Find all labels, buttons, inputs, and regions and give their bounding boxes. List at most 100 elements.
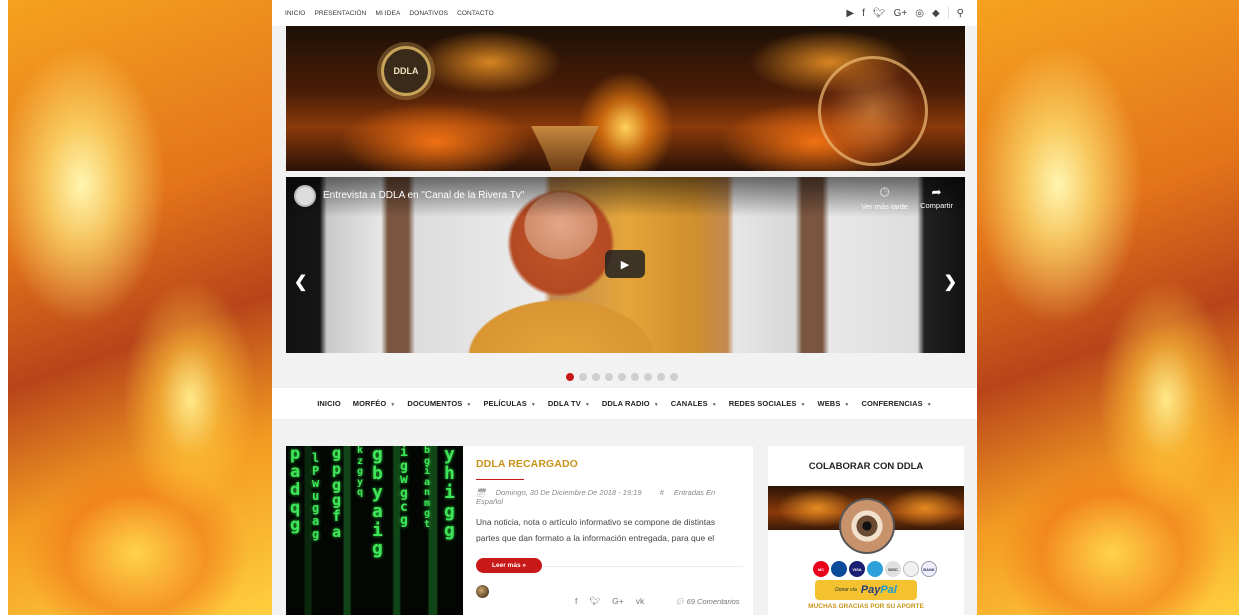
thanks-text: MUCHAS GRACIAS POR SU APORTE bbox=[808, 603, 924, 610]
nav-item-conferencias[interactable]: CONFERENCIAS ▼ bbox=[861, 399, 931, 408]
nav-item-label: DOCUMENTOS bbox=[407, 399, 463, 408]
amex-icon bbox=[867, 561, 883, 577]
discover-icon: DISC bbox=[885, 561, 901, 577]
slider-dot[interactable] bbox=[657, 373, 665, 381]
post-title[interactable]: DDLA RECARGADO bbox=[476, 458, 741, 470]
top-nav-inicio[interactable]: INICIO bbox=[285, 10, 305, 17]
nav-item-peliculas[interactable]: PELÍCULAS ▼ bbox=[483, 399, 535, 408]
facebook-icon[interactable]: f bbox=[575, 596, 577, 607]
slider-dot[interactable] bbox=[631, 373, 639, 381]
slider-prev-arrow[interactable]: ❮ bbox=[294, 272, 307, 292]
nav-item-documentos[interactable]: DOCUMENTOS ▼ bbox=[407, 399, 471, 408]
chevron-down-icon: ▼ bbox=[926, 402, 932, 408]
nav-item-label: CANALES bbox=[670, 399, 708, 408]
twitter-icon[interactable]: 🐦︎ bbox=[873, 8, 886, 19]
google-plus-icon[interactable]: G+ bbox=[612, 596, 624, 607]
twitter-icon[interactable]: 🐦︎ bbox=[589, 596, 600, 607]
chevron-down-icon: ▼ bbox=[844, 402, 850, 408]
nav-item-label: CONFERENCIAS bbox=[861, 399, 923, 408]
slider-dot[interactable] bbox=[670, 373, 678, 381]
paypal-donate-button[interactable]: Donar vía PayPal bbox=[815, 580, 917, 600]
video-title[interactable]: Entrevista a DDLA en "Canal de la Rivera… bbox=[323, 190, 524, 201]
top-nav-donativos[interactable]: DONATIVOS bbox=[409, 10, 448, 17]
top-nav-contacto[interactable]: CONTACTO bbox=[457, 10, 494, 17]
page-container: INICIO PRESENTACIÓN MI IDEA DONATIVOS CO… bbox=[272, 0, 977, 615]
chevron-down-icon: ▼ bbox=[530, 402, 536, 408]
paypal-brand-b: Pal bbox=[880, 584, 897, 596]
google-plus-icon[interactable]: G+ bbox=[894, 8, 908, 19]
divider bbox=[947, 7, 949, 19]
eye-image bbox=[839, 498, 895, 554]
comment-icon: 💬︎ bbox=[675, 597, 687, 606]
nav-item-ddla-tv[interactable]: DDLA TV ▼ bbox=[548, 399, 590, 408]
nav-item-label: INICIO bbox=[317, 399, 341, 408]
facebook-icon[interactable]: f bbox=[862, 8, 865, 19]
sun-emblem-image bbox=[818, 56, 928, 166]
post-body: DDLA RECARGADO 📅︎ Domingo, 30 De Diciemb… bbox=[476, 458, 741, 546]
nav-item-ddla-radio[interactable]: DDLA RADIO ▼ bbox=[602, 399, 659, 408]
slider-dot[interactable] bbox=[644, 373, 652, 381]
matrix-glyphs: padqg bbox=[290, 446, 301, 536]
matrix-glyphs: igwgcg bbox=[400, 446, 408, 529]
slider-next-arrow[interactable]: ❯ bbox=[944, 272, 957, 292]
slider-dot[interactable] bbox=[566, 373, 574, 381]
clock-icon: 🕒︎ bbox=[879, 185, 890, 199]
slider-dot[interactable] bbox=[618, 373, 626, 381]
post-card: padqg lPwugag gpggfa kzgyq gbyaig igwgcg… bbox=[286, 446, 753, 615]
header-banner[interactable]: DDLA bbox=[286, 26, 965, 171]
channel-avatar[interactable] bbox=[294, 185, 316, 207]
youtube-icon[interactable]: ▶ bbox=[846, 8, 854, 19]
read-more-button[interactable]: Leer más » bbox=[476, 558, 542, 573]
nav-item-label: DDLA RADIO bbox=[601, 399, 650, 408]
nav-item-webs[interactable]: WEBS ▼ bbox=[818, 399, 850, 408]
share-button[interactable]: ➦ Compartir bbox=[920, 185, 953, 211]
visa-icon: VISA bbox=[849, 561, 865, 577]
social-icons: ▶ f 🐦︎ G+ ◎ ◆ ⚲ bbox=[846, 7, 964, 19]
nav-item-label: DDLA TV bbox=[547, 399, 581, 408]
slider-dot[interactable] bbox=[605, 373, 613, 381]
fire-background-right bbox=[977, 0, 1247, 615]
slider-dot[interactable] bbox=[592, 373, 600, 381]
comments-link[interactable]: 💬︎ 69 Comentarios bbox=[675, 597, 740, 606]
author-avatar[interactable] bbox=[476, 585, 489, 598]
top-nav-mi-idea[interactable]: MI IDEA bbox=[375, 10, 400, 17]
nav-item-morfeo[interactable]: MORFÉO ▼ bbox=[353, 399, 396, 408]
chevron-down-icon: ▼ bbox=[584, 402, 590, 408]
paypal-brand-a: Pay bbox=[860, 584, 881, 596]
matrix-glyphs: kzgyq bbox=[357, 446, 364, 498]
watch-later-button[interactable]: 🕒︎ Ver más tarde bbox=[861, 185, 908, 211]
chevron-down-icon: ▼ bbox=[466, 402, 472, 408]
nav-item-label: WEBS bbox=[817, 399, 841, 408]
ddla-logo[interactable]: DDLA bbox=[381, 46, 431, 96]
android-icon[interactable]: ◆ bbox=[932, 8, 940, 19]
play-button[interactable]: ▶ bbox=[605, 250, 645, 278]
post-meta: 📅︎ Domingo, 30 De Diciembre De 2018 - 19… bbox=[476, 488, 741, 506]
post-date-text: Domingo, 30 De Diciembre De 2018 - 19:19 bbox=[495, 488, 642, 497]
main-nav: INICIO MORFÉO ▼ DOCUMENTOS ▼ PELÍCULAS ▼ DD… bbox=[272, 387, 977, 420]
nav-item-redes-sociales[interactable]: REDES SOCIALES ▼ bbox=[729, 399, 806, 408]
paypal-logo: PayPal bbox=[861, 584, 897, 596]
slider-dot[interactable] bbox=[579, 373, 587, 381]
nav-item-canales[interactable]: CANALES ▼ bbox=[671, 399, 717, 408]
search-icon[interactable]: ⚲ bbox=[957, 8, 964, 19]
post-date: 📅︎ Domingo, 30 De Diciembre De 2018 - 19… bbox=[476, 488, 650, 497]
post-thumbnail[interactable]: padqg lPwugag gpggfa kzgyq gbyaig igwgcg… bbox=[286, 446, 463, 615]
card-icon bbox=[903, 561, 919, 577]
nav-item-inicio[interactable]: INICIO bbox=[317, 399, 341, 408]
share-icon: ➦ bbox=[931, 185, 942, 199]
fire-background-left bbox=[0, 0, 272, 615]
widget-title: COLABORAR CON DDLA bbox=[808, 461, 924, 472]
mastercard-icon: MC bbox=[813, 561, 829, 577]
matrix-glyphs: yhigg bbox=[444, 446, 455, 541]
share-label: Compartir bbox=[920, 201, 953, 210]
instagram-icon[interactable]: ◎ bbox=[915, 8, 924, 19]
video-player[interactable]: Entrevista a DDLA en "Canal de la Rivera… bbox=[286, 177, 965, 353]
donate-widget: COLABORAR CON DDLA MC VISA DISC BANK Don… bbox=[768, 446, 964, 615]
top-nav-presentacion[interactable]: PRESENTACIÓN bbox=[314, 10, 366, 17]
calendar-icon: 📅︎ bbox=[476, 488, 488, 497]
chevron-down-icon: ▼ bbox=[653, 402, 659, 408]
vk-icon[interactable]: vk bbox=[636, 596, 645, 607]
matrix-glyphs: gbyaig bbox=[372, 446, 383, 560]
matrix-glyphs: gpggfa bbox=[332, 446, 342, 541]
video-actions: 🕒︎ Ver más tarde ➦ Compartir bbox=[861, 185, 953, 211]
